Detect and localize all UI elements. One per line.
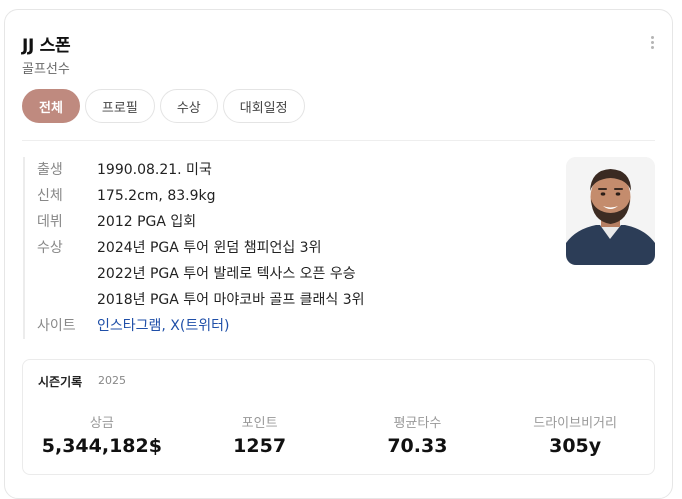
profile-row-awards: 수상 2024년 PGA 투어 윈덤 챔피언십 3위 [37,235,365,261]
award-item: 2022년 PGA 투어 발레로 텍사스 오픈 우승 [97,266,356,282]
profile-row-debut: 데뷔 2012 PGA 입회 [37,209,365,235]
profile-row-awards-2: 2022년 PGA 투어 발레로 텍사스 오픈 우승 [37,261,365,287]
awards-label: 수상 [37,240,63,256]
tab-profile[interactable]: 프로필 [84,89,155,123]
player-card: JJ 스폰 골프선수 전체 프로필 수상 대회일정 출생 1990.08.21.… [4,9,673,499]
profile-row-awards-3: 2018년 PGA 투어 마야코바 골프 클래식 3위 [37,287,365,313]
site-label: 사이트 [37,318,76,334]
stat-label: 포인트 [241,416,278,431]
profile-row-site: 사이트 인스타그램, X(트위터) [37,313,365,339]
birth-label: 출생 [37,162,63,178]
award-item: 2024년 PGA 투어 윈덤 챔피언십 3위 [97,240,322,256]
stat-prize-money: 상금 5,344,182$ [23,412,181,457]
profile-info: 출생 1990.08.21. 미국 신체 175.2cm, 83.9kg 데뷔 … [23,157,365,339]
stat-label: 평균타수 [393,416,442,431]
stat-value: 5,344,182$ [41,435,162,457]
stat-value: 70.33 [387,435,448,457]
debut-label: 데뷔 [37,214,63,230]
stat-driving-distance: 드라이브비거리 305y [496,412,654,457]
player-photo[interactable] [566,157,655,265]
divider [22,140,655,141]
season-record-panel: 시즌기록 2025 상금 5,344,182$ 포인트 1257 평균타수 70… [22,359,655,475]
season-stats: 상금 5,344,182$ 포인트 1257 평균타수 70.33 드라이브비거… [23,412,654,457]
profile-row-body: 신체 175.2cm, 83.9kg [37,183,365,209]
stat-points: 포인트 1257 [181,412,339,457]
profile-row-birth: 출생 1990.08.21. 미국 [37,157,365,183]
season-title: 시즌기록 [38,375,83,389]
more-options-icon[interactable] [646,36,658,54]
tab-bar: 전체 프로필 수상 대회일정 [22,89,305,123]
stat-scoring-average: 평균타수 70.33 [339,412,497,457]
tab-schedule[interactable]: 대회일정 [222,89,305,123]
debut-value: 2012 PGA 입회 [97,214,197,230]
birth-value: 1990.08.21. 미국 [97,162,212,178]
player-name: JJ 스폰 [22,36,71,56]
tab-awards[interactable]: 수상 [159,89,218,123]
award-item: 2018년 PGA 투어 마야코바 골프 클래식 3위 [97,292,365,308]
tab-all[interactable]: 전체 [22,89,80,123]
stat-value: 1257 [233,435,287,457]
body-value: 175.2cm, 83.9kg [97,188,216,204]
site-links[interactable]: 인스타그램, X(트위터) [97,313,229,339]
player-portrait-image [566,157,655,265]
stat-value: 305y [549,435,602,457]
stat-label: 상금 [89,416,114,431]
season-year: 2025 [98,374,126,387]
body-label: 신체 [37,188,63,204]
player-role: 골프선수 [22,62,70,77]
stat-label: 드라이브비거리 [533,416,617,431]
